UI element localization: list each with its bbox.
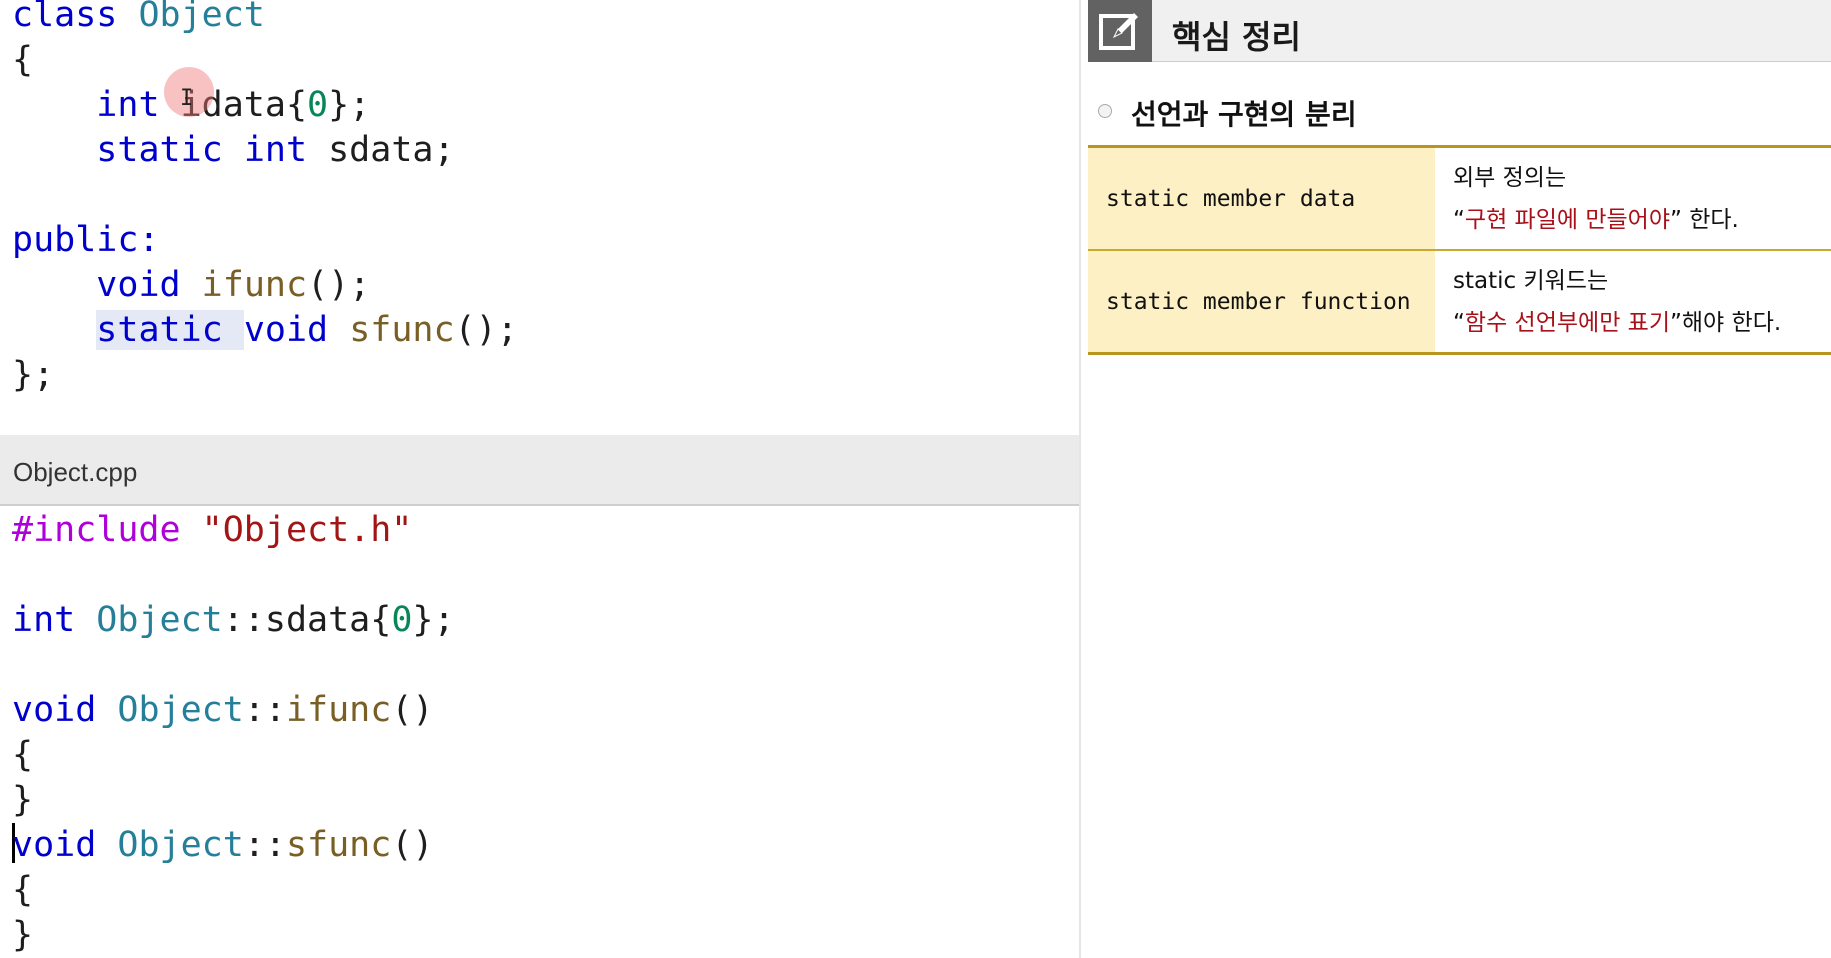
table-row: static member function static 키워드는 “함수 선… [1088,249,1831,354]
highlighted-text: 함수 선언부에만 표기 [1464,309,1670,336]
code-line-3: int idata{0}; [96,85,371,125]
code-line-2: { [12,40,34,80]
summary-panel: 핵심 정리 선언과 구현의 분리 static member data 외부 정… [1081,0,1831,958]
file-tab-name[interactable]: Object.cpp [13,457,137,488]
summary-title: 핵심 정리 [1172,18,1301,56]
code-line-1: class Object [12,0,265,35]
file-tab-bar[interactable]: Object.cpp [0,435,1079,506]
table-value-cell: static 키워드는 “함수 선언부에만 표기”해야 한다. [1435,249,1831,354]
header-code[interactable]: class Object { int idata{0}; static int s… [12,0,518,398]
table-row: static member data 외부 정의는 “구현 파일에 만들어야” … [1088,146,1831,250]
code-line-6: public: [12,220,160,260]
bullet-icon [1098,104,1112,118]
source-code[interactable]: #include "Object.h" int Object::sdata{0}… [12,508,455,958]
summary-title-bar: 핵심 정리 [1088,0,1831,62]
code-line-1: #include "Object.h" [12,510,413,550]
code-line-9: { [12,870,34,910]
edit-icon [1088,0,1152,62]
header-file-editor[interactable]: class Object { int idata{0}; static int s… [0,0,1079,435]
code-line-10: } [12,915,34,955]
highlighted-text: 구현 파일에 만들어야 [1464,206,1670,233]
selected-static-keyword[interactable]: static [96,310,223,350]
code-line-8: static void sfunc(); [96,310,518,350]
code-line-9: }; [12,355,55,395]
code-line-6: { [12,735,34,775]
code-line-7: } [12,780,34,820]
section-title: 선언과 구현의 분리 [1131,98,1357,131]
ibeam-cursor-icon: I [180,86,194,111]
code-line-4: static int sdata; [96,130,455,170]
summary-table: static member data 외부 정의는 “구현 파일에 만들어야” … [1088,145,1831,355]
code-editor: class Object { int idata{0}; static int s… [0,0,1079,958]
source-file-editor[interactable]: #include "Object.h" int Object::sdata{0}… [0,506,1079,958]
code-line-3: int Object::sdata{0}; [12,600,455,640]
code-line-7: void ifunc(); [96,265,371,305]
code-line-5: void Object::ifunc() [12,690,434,730]
table-key-cell: static member data [1088,146,1435,250]
table-value-cell: 외부 정의는 “구현 파일에 만들어야” 한다. [1453,164,1739,233]
code-line-8: void Object::sfunc() [12,823,434,865]
table-key-cell: static member function [1088,249,1435,354]
